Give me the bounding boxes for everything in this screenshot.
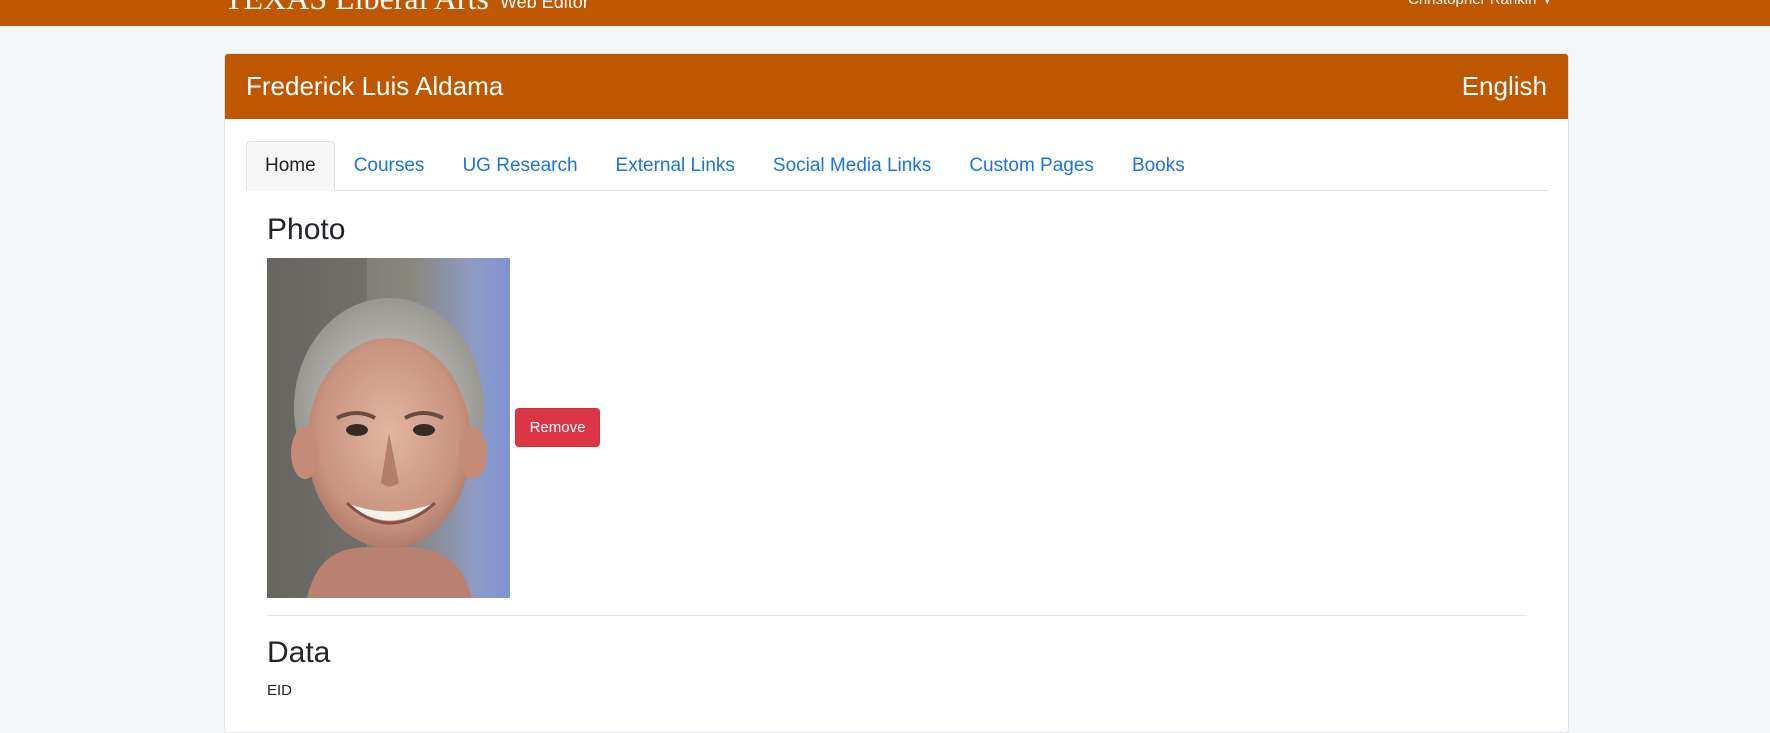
user-name: Christopher Rankin [1408,0,1536,8]
top-navbar: TEXAS Liberal Arts Web Editor Christophe… [0,0,1770,26]
profile-tabs: Home Courses UG Research External Links … [246,141,1548,191]
section-divider [267,615,1527,616]
data-section-title: Data [267,636,331,669]
remove-photo-button[interactable]: Remove [515,408,600,447]
chevron-down-icon: ▼ [1542,0,1553,7]
brand-logo[interactable]: TEXAS Liberal Arts [224,0,489,14]
profile-card: Frederick Luis Aldama English Home Cours… [224,53,1569,733]
tab-custom-pages[interactable]: Custom Pages [950,141,1113,191]
tab-books[interactable]: Books [1113,141,1204,191]
app-subtitle[interactable]: Web Editor [500,0,589,12]
profile-photo [267,258,510,598]
profile-header: Frederick Luis Aldama English [225,54,1568,119]
tab-external-links[interactable]: External Links [597,141,754,191]
tab-courses[interactable]: Courses [335,141,444,191]
tab-social-media-links[interactable]: Social Media Links [754,141,950,191]
photo-section-title: Photo [267,213,346,246]
tab-ug-research[interactable]: UG Research [443,141,596,191]
profile-department: English [1461,71,1547,101]
eid-label: EID [267,682,293,699]
tab-home[interactable]: Home [246,141,335,191]
user-menu[interactable]: Christopher Rankin ▼ [1408,0,1552,11]
profile-name: Frederick Luis Aldama [246,71,504,101]
